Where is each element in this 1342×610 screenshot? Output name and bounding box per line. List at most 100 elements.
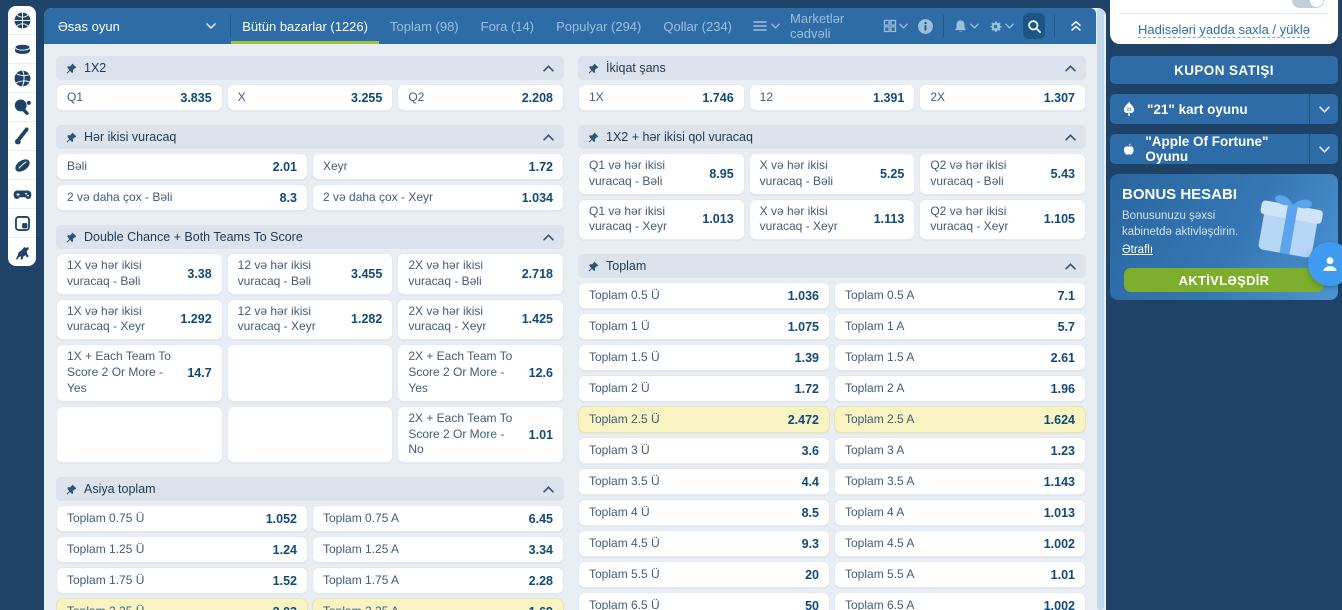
odds-cell[interactable]: 12 və hər ikisi vuracaq - Xeyr 1.282	[226, 298, 394, 341]
odds-cell[interactable]: Q2 2.208	[397, 84, 564, 111]
odds-cell[interactable]: Toplam 0.75 Ü 1.052	[56, 505, 308, 533]
game-row-1[interactable]: "Apple Of Fortune" Oyunu	[1110, 134, 1338, 164]
game-expand-button[interactable]	[1309, 134, 1338, 164]
odds-cell[interactable]: Toplam 3 Ü 3.6	[578, 437, 830, 465]
collapse-chevron-icon[interactable]	[543, 133, 554, 141]
tab-4[interactable]: Qollar (234)	[652, 8, 743, 44]
tab-1[interactable]: Toplam (98)	[379, 8, 470, 44]
odds-cell[interactable]: Toplam 2 Ü 1.72	[578, 375, 830, 403]
notifications-button[interactable]	[953, 19, 979, 34]
odds-cell[interactable]: Toplam 1 A 5.7	[834, 313, 1086, 341]
odds-cell[interactable]: Toplam 4.5 Ü 9.3	[578, 530, 830, 558]
rail-sport-horse-racing[interactable]	[8, 238, 36, 266]
odds-cell[interactable]: Toplam 2.25 A 1.69	[312, 598, 564, 610]
odds-cell[interactable]: 2X 1.307	[919, 84, 1086, 111]
odds-cell[interactable]: Toplam 1.25 Ü 1.24	[56, 536, 308, 564]
pin-icon[interactable]	[66, 63, 77, 74]
market-header[interactable]: 1X2	[56, 56, 564, 80]
odds-cell[interactable]: Toplam 6.5 A 1.002	[834, 592, 1086, 610]
odds-cell[interactable]: 1X və hər ikisi vuracaq - Xeyr 1.292	[56, 298, 223, 341]
odds-cell[interactable]: Toplam 5.5 A 1.01	[834, 561, 1086, 589]
game-expand-button[interactable]	[1309, 94, 1338, 124]
odds-cell[interactable]: 2X + Each Team To Score 2 Or More - Yes 1…	[397, 344, 564, 402]
odds-cell[interactable]: 1X + Each Team To Score 2 Or More - Yes 1…	[56, 344, 223, 402]
rail-sport-baseball[interactable]	[8, 122, 36, 151]
info-button[interactable]	[917, 18, 934, 35]
odds-cell[interactable]: X 3.255	[226, 84, 394, 111]
markets-table-view-button[interactable]	[883, 19, 908, 33]
market-header[interactable]: İkiqat şans	[578, 56, 1086, 80]
search-button[interactable]	[1022, 13, 1046, 39]
odds-cell[interactable]: Q2 və hər ikisi vuracaq - Bəli 5.43	[919, 153, 1086, 195]
odds-cell[interactable]: Toplam 0.75 A 6.45	[312, 505, 564, 533]
odds-cell[interactable]: Toplam 2.5 Ü 2.472	[578, 406, 830, 434]
odds-cell[interactable]: 1X 1.746	[578, 84, 745, 111]
game-label[interactable]: "Apple Of Fortune" Oyunu	[1110, 134, 1309, 164]
pin-icon[interactable]	[66, 232, 77, 243]
collapse-markets-button[interactable]	[1064, 20, 1088, 32]
markets-list-button[interactable]	[743, 8, 790, 44]
collapse-chevron-icon[interactable]	[543, 233, 554, 241]
pin-icon[interactable]	[66, 484, 77, 495]
rail-sport-volleyball[interactable]	[8, 64, 36, 93]
odds-cell[interactable]: 2X + Each Team To Score 2 Or More - No 1.…	[397, 405, 564, 464]
pin-icon[interactable]	[588, 63, 599, 74]
odds-cell[interactable]: Toplam 6.5 Ü 50	[578, 592, 830, 610]
odds-cell[interactable]: 2X və hər ikisi vuracaq - Xeyr 1.425	[397, 298, 564, 341]
toggle-switch[interactable]	[1292, 0, 1324, 8]
odds-cell[interactable]: Q2 və hər ikisi vuracaq - Xeyr 1.105	[919, 198, 1086, 241]
game-label[interactable]: 21 "21" kart oyunu	[1110, 94, 1309, 124]
pin-icon[interactable]	[588, 261, 599, 272]
odds-cell[interactable]: 12 1.391	[748, 84, 916, 111]
game-row-0[interactable]: 21 "21" kart oyunu	[1110, 94, 1338, 124]
odds-cell[interactable]: Q1 və hər ikisi vuracaq - Bəli 8.95	[578, 153, 745, 195]
market-header[interactable]: Hər ikisi vuracaq	[56, 125, 564, 149]
odds-cell[interactable]: 2 və daha çox - Bəli 8.3	[56, 184, 308, 211]
odds-cell[interactable]: Toplam 3 A 1.23	[834, 437, 1086, 465]
odds-cell[interactable]: Xeyr 1.72	[312, 153, 564, 180]
rail-sport-basketball[interactable]	[8, 6, 36, 35]
scrollbar[interactable]	[1097, 8, 1104, 610]
odds-cell[interactable]: Toplam 4.5 A 1.002	[834, 530, 1086, 558]
tab-0[interactable]: Bütün bazarlar (1226)	[231, 8, 379, 44]
settings-button[interactable]	[988, 19, 1014, 34]
save-events-link[interactable]: Hadisələri yadda saxla / yüklə	[1138, 22, 1310, 38]
collapse-chevron-icon[interactable]	[543, 64, 554, 72]
collapse-chevron-icon[interactable]	[543, 485, 554, 493]
collapse-chevron-icon[interactable]	[1065, 133, 1076, 141]
odds-cell[interactable]: 2 və daha çox - Xeyr 1.034	[312, 184, 564, 211]
odds-cell[interactable]: Toplam 4 A 1.013	[834, 499, 1086, 527]
odds-cell[interactable]: Toplam 0.5 A 7.1	[834, 282, 1086, 310]
odds-cell[interactable]: X və hər ikisi vuracaq - Xeyr 1.113	[748, 198, 916, 241]
tab-3[interactable]: Populyar (294)	[545, 8, 652, 44]
odds-cell[interactable]: Q1 və hər ikisi vuracaq - Xeyr 1.013	[578, 198, 745, 241]
odds-cell[interactable]: Bəli 2.01	[56, 153, 308, 180]
rail-sport-esports[interactable]	[8, 180, 36, 209]
markets-table-label[interactable]: Marketlər cədvəli	[790, 11, 874, 41]
odds-cell[interactable]: 2X və hər ikisi vuracaq - Bəli 2.718	[397, 253, 564, 295]
odds-cell[interactable]: Toplam 0.5 Ü 1.036	[578, 282, 830, 310]
odds-cell[interactable]: Toplam 1.75 Ü 1.52	[56, 567, 308, 595]
market-header[interactable]: Toplam	[578, 254, 1086, 279]
market-header[interactable]: Asiya toplam	[56, 477, 564, 502]
pin-icon[interactable]	[66, 132, 77, 143]
collapse-chevron-icon[interactable]	[1065, 262, 1076, 270]
bonus-more-link[interactable]: Ətraflı	[1122, 244, 1153, 256]
odds-cell[interactable]: Toplam 1.5 Ü 1.39	[578, 344, 830, 372]
collapse-chevron-icon[interactable]	[1065, 64, 1076, 72]
odds-cell[interactable]: Toplam 3.5 Ü 4.4	[578, 468, 830, 496]
odds-cell[interactable]: X və hər ikisi vuracaq - Bəli 5.25	[748, 153, 916, 195]
odds-cell[interactable]: Toplam 5.5 Ü 20	[578, 561, 830, 589]
odds-cell[interactable]: Toplam 2 A 1.96	[834, 375, 1086, 403]
coupon-sale-button[interactable]: KUPON SATIŞI	[1110, 56, 1338, 84]
rail-sport-table-tennis[interactable]	[8, 93, 36, 122]
odds-cell[interactable]: Toplam 3.5 A 1.143	[834, 468, 1086, 496]
rail-sport-board-game[interactable]	[8, 209, 36, 238]
odds-cell[interactable]: 1X və hər ikisi vuracaq - Bəli 3.38	[56, 253, 223, 295]
odds-cell[interactable]: Toplam 4 Ü 8.5	[578, 499, 830, 527]
odds-cell[interactable]: Q1 3.835	[56, 84, 223, 111]
market-header[interactable]: 1X2 + hər ikisi qol vuracaq	[578, 125, 1086, 149]
rail-sport-rugby[interactable]	[8, 151, 36, 180]
odds-cell[interactable]: 12 və hər ikisi vuracaq - Bəli 3.455	[226, 253, 394, 295]
bonus-activate-button[interactable]: AKTİVLƏŞDİR	[1124, 268, 1324, 292]
